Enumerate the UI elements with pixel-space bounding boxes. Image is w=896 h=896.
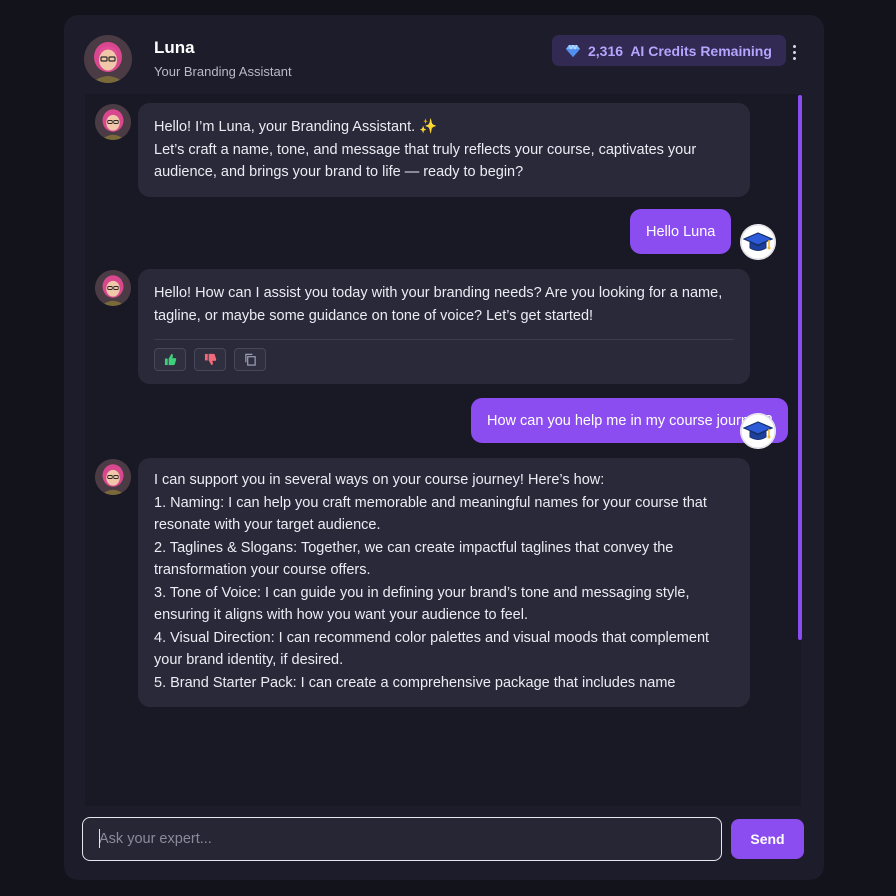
graduation-cap-icon bbox=[740, 224, 776, 260]
assistant-message: Hello! How can I assist you today with y… bbox=[138, 269, 750, 384]
copy-icon bbox=[244, 353, 256, 366]
chat-header: Luna Your Branding Assistant 2,316 AI Cr… bbox=[64, 15, 824, 95]
list-item: 3. Tone of Voice: I can guide you in def… bbox=[154, 584, 690, 624]
more-vertical-icon bbox=[793, 45, 796, 48]
luna-portrait-icon bbox=[84, 35, 132, 83]
assistant-message: I can support you in several ways on you… bbox=[138, 458, 750, 707]
assistant-message: Hello! I’m Luna, your Branding Assistant… bbox=[138, 103, 750, 197]
list-item: 2. Taglines & Slogans: Together, we can … bbox=[154, 539, 674, 579]
credits-badge: 2,316 AI Credits Remaining bbox=[552, 35, 786, 66]
credits-count: 2,316 bbox=[588, 42, 624, 59]
list-item: 4. Visual Direction: I can recommend col… bbox=[154, 629, 710, 669]
thumbs-up-icon bbox=[164, 353, 176, 366]
luna-portrait-icon bbox=[95, 104, 131, 140]
message-text: Hello! How can I assist you today with y… bbox=[154, 285, 723, 324]
chat-scrollbar[interactable] bbox=[798, 95, 802, 640]
assistant-avatar bbox=[95, 459, 131, 495]
graduation-cap-icon bbox=[740, 413, 776, 449]
credits-label: AI Credits Remaining bbox=[630, 42, 772, 59]
send-button[interactable]: Send bbox=[731, 819, 804, 859]
assistant-avatar bbox=[95, 104, 131, 140]
assistant-role: Your Branding Assistant bbox=[154, 64, 292, 79]
chat-panel: Luna Your Branding Assistant 2,316 AI Cr… bbox=[64, 15, 824, 880]
message-text: Hello! I’m Luna, your Branding Assistant… bbox=[154, 119, 438, 135]
user-message: Hello Luna bbox=[630, 209, 732, 254]
user-avatar bbox=[740, 413, 776, 449]
thumbs-up-button[interactable] bbox=[154, 348, 186, 371]
thumbs-down-button[interactable] bbox=[194, 348, 226, 371]
message-divider bbox=[154, 339, 734, 340]
luna-portrait-icon bbox=[95, 270, 131, 306]
text-caret bbox=[99, 829, 100, 848]
assistant-avatar bbox=[84, 35, 132, 83]
copy-button[interactable] bbox=[234, 348, 266, 371]
luna-portrait-icon bbox=[95, 459, 131, 495]
message-input[interactable] bbox=[82, 817, 722, 861]
more-options-button[interactable] bbox=[786, 43, 802, 63]
list-item: 5. Brand Starter Pack: I can create a co… bbox=[154, 674, 676, 691]
message-list[interactable]: Hello! I’m Luna, your Branding Assistant… bbox=[85, 94, 801, 806]
thumbs-down-icon bbox=[204, 353, 216, 366]
message-text: Let’s craft a name, tone, and message th… bbox=[154, 141, 697, 181]
list-item: 1. Naming: I can help you craft memorabl… bbox=[154, 494, 707, 534]
assistant-name: Luna bbox=[154, 38, 195, 57]
user-avatar bbox=[740, 224, 776, 260]
feedback-actions bbox=[154, 348, 734, 371]
message-text: I can support you in several ways on you… bbox=[154, 472, 605, 488]
diamond-icon bbox=[566, 44, 580, 57]
assistant-avatar bbox=[95, 270, 131, 306]
